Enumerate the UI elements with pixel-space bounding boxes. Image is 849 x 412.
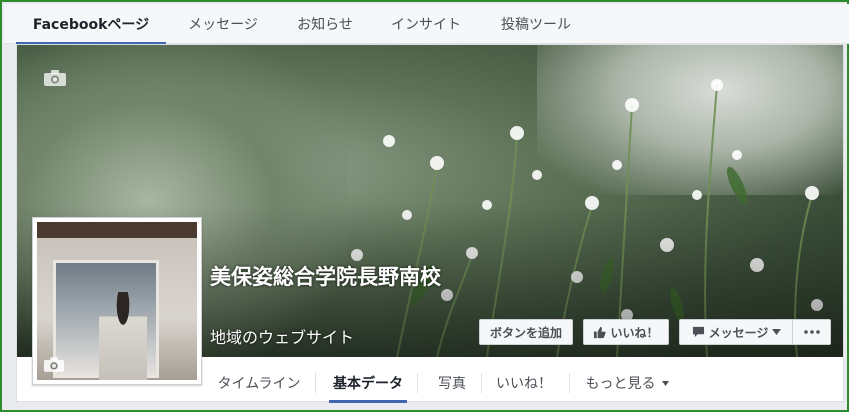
message-label: メッセージ xyxy=(708,325,769,340)
admin-tab-bar: Facebookページ メッセージ お知らせ インサイト 投稿ツール xyxy=(4,4,849,45)
caret-down-icon xyxy=(661,380,669,386)
tab-label: Facebookページ xyxy=(32,17,150,33)
tab-label: お知らせ xyxy=(297,17,353,33)
profile-person xyxy=(99,292,147,380)
like-label: いいね！ xyxy=(610,325,659,340)
page-title: 美保姿総合学院長野南校 xyxy=(210,265,441,289)
tab-label: インサイト xyxy=(391,17,461,33)
tab-divider xyxy=(569,373,570,393)
tab-notifications[interactable]: お知らせ xyxy=(280,4,370,44)
like-button[interactable]: いいね！ xyxy=(583,319,669,345)
tab-label: 基本データ xyxy=(333,376,403,392)
ellipsis-icon xyxy=(803,330,820,334)
page-header-card: 美保姿総合学院長野南校 地域のウェブサイト ボタンを追加 いいね！ メッセージ xyxy=(16,44,844,403)
tab-divider xyxy=(481,373,482,393)
more-options-button[interactable] xyxy=(792,319,831,345)
tab-label: 写真 xyxy=(438,376,466,392)
tab-likes[interactable]: いいね！ xyxy=(487,363,561,403)
tab-about[interactable]: 基本データ xyxy=(329,363,407,403)
tab-insights[interactable]: インサイト xyxy=(376,4,476,44)
tab-messages[interactable]: メッセージ xyxy=(168,4,278,44)
tab-facebook-page[interactable]: Facebookページ xyxy=(16,4,166,45)
profile-picture[interactable] xyxy=(32,217,202,385)
page-category[interactable]: 地域のウェブサイト xyxy=(210,324,354,348)
tab-publishing-tools[interactable]: 投稿ツール xyxy=(486,4,586,44)
camera-icon[interactable] xyxy=(43,356,65,373)
window-frame: Facebookページ メッセージ お知らせ インサイト 投稿ツール 美保姿総合… xyxy=(0,0,849,412)
camera-icon[interactable] xyxy=(43,69,67,87)
tab-label: タイムライン xyxy=(217,376,301,392)
tab-label: いいね！ xyxy=(496,376,552,392)
add-button-button[interactable]: ボタンを追加 xyxy=(479,319,573,345)
speech-bubble-icon xyxy=(692,326,704,338)
caret-down-icon xyxy=(772,329,782,335)
message-button[interactable]: メッセージ xyxy=(679,319,793,345)
tab-photos[interactable]: 写真 xyxy=(427,363,477,403)
tab-label: メッセージ xyxy=(188,17,258,33)
tab-more[interactable]: もっと見る xyxy=(577,363,677,403)
tab-label: 投稿ツール xyxy=(501,17,571,33)
add-button-label: ボタンを追加 xyxy=(489,325,562,340)
profile-image xyxy=(37,222,197,380)
tab-divider xyxy=(417,373,418,393)
thumbs-up-icon xyxy=(594,326,607,338)
tab-timeline[interactable]: タイムライン xyxy=(209,363,309,403)
tab-label: もっと見る xyxy=(585,376,656,392)
tab-divider xyxy=(315,373,316,393)
